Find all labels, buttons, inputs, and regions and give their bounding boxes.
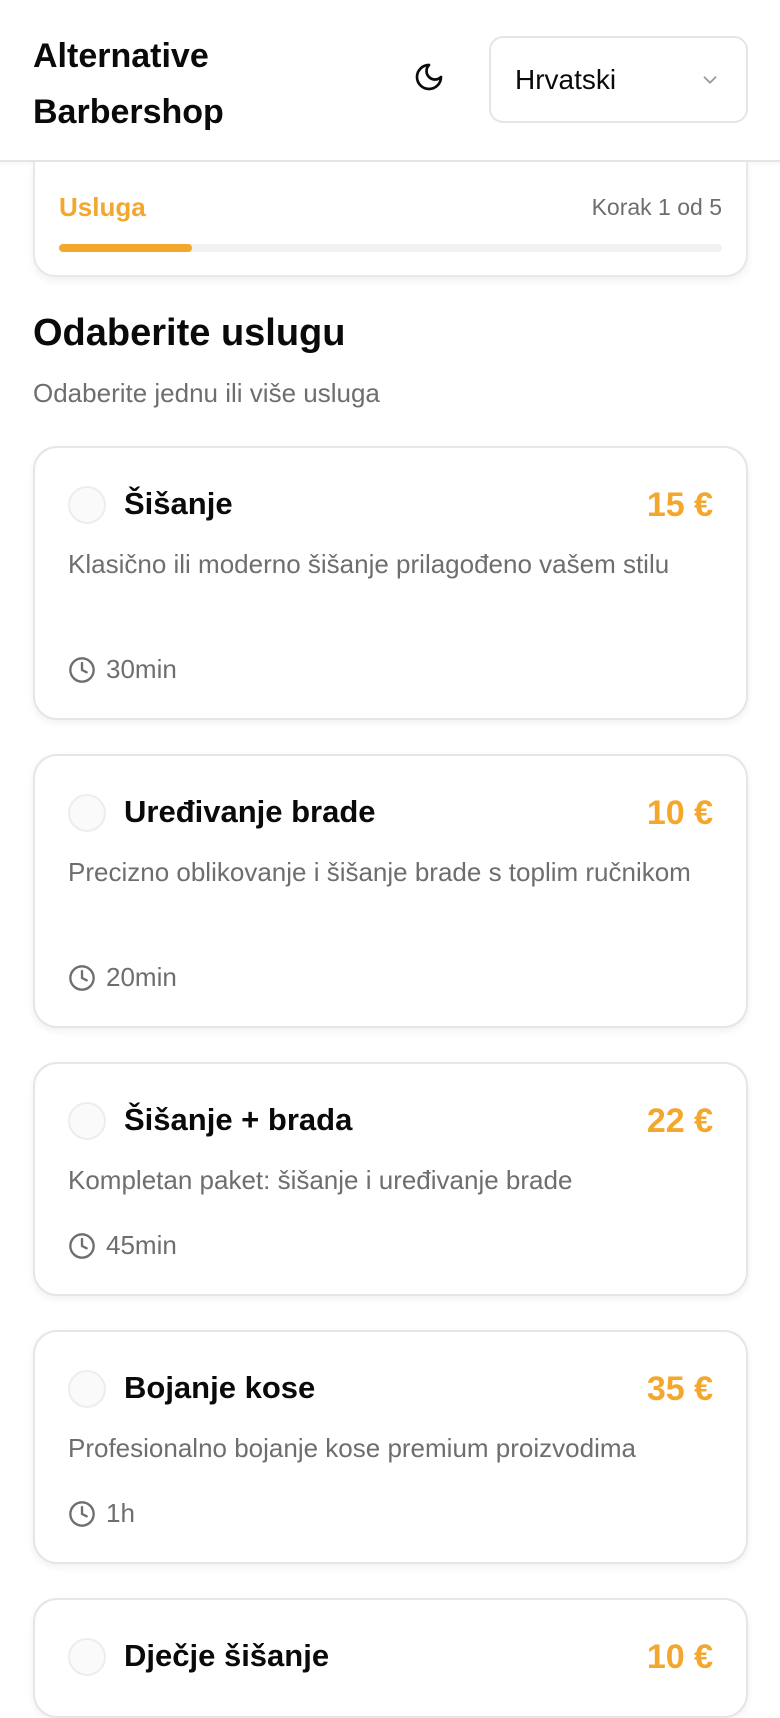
service-price: 10 € bbox=[646, 1638, 713, 1676]
service-duration: 20min bbox=[68, 962, 177, 993]
service-card[interactable]: Dječje šišanje 10 € bbox=[33, 1598, 748, 1718]
brand-title[interactable]: Alternative Barbershop bbox=[33, 28, 273, 140]
service-name: Šišanje bbox=[124, 486, 233, 521]
service-name: Bojanje kose bbox=[124, 1370, 316, 1405]
service-description: Precizno oblikovanje i šišanje brade s t… bbox=[68, 857, 691, 887]
clock-icon bbox=[68, 656, 96, 684]
chevron-down-icon bbox=[698, 68, 722, 92]
step-counter: Korak 1 od 5 bbox=[591, 194, 722, 220]
booking-stepper: Usluga Korak 1 od 5 bbox=[33, 162, 748, 277]
clock-icon bbox=[68, 964, 96, 992]
clock-icon bbox=[68, 1500, 96, 1528]
service-duration: 1h bbox=[68, 1498, 135, 1529]
service-checkbox[interactable] bbox=[68, 1370, 106, 1408]
service-name: Dječje šišanje bbox=[124, 1638, 330, 1673]
service-checkbox[interactable] bbox=[68, 486, 106, 524]
service-card[interactable]: Šišanje 15 € Klasično ili moderno šišanj… bbox=[33, 446, 748, 720]
current-step-label: Usluga bbox=[59, 192, 146, 222]
service-duration-text: 20min bbox=[106, 962, 177, 992]
page-subtitle: Odaberite jednu ili više usluga bbox=[33, 378, 380, 408]
service-name: Uređivanje brade bbox=[124, 794, 376, 829]
service-checkbox[interactable] bbox=[68, 794, 106, 832]
service-description: Klasično ili moderno šišanje prilagođeno… bbox=[68, 549, 670, 579]
service-price: 15 € bbox=[646, 486, 713, 524]
service-duration-text: 1h bbox=[106, 1498, 135, 1528]
service-duration: 45min bbox=[68, 1230, 177, 1261]
app-header: Alternative Barbershop Hrvatski bbox=[0, 0, 780, 162]
page-title: Odaberite uslugu bbox=[33, 312, 346, 354]
service-price: 35 € bbox=[646, 1370, 713, 1408]
service-price: 10 € bbox=[646, 794, 713, 832]
service-card[interactable]: Šišanje + brada 22 € Kompletan paket: ši… bbox=[33, 1062, 748, 1296]
theme-toggle-button[interactable] bbox=[408, 56, 450, 98]
language-select-value: Hrvatski bbox=[515, 63, 617, 95]
service-card[interactable]: Uređivanje brade 10 € Precizno oblikovan… bbox=[33, 754, 748, 1028]
language-select[interactable]: Hrvatski bbox=[489, 36, 748, 123]
progress-fill bbox=[59, 244, 192, 252]
service-card[interactable]: Bojanje kose 35 € Profesionalno bojanje … bbox=[33, 1330, 748, 1564]
service-description: Profesionalno bojanje kose premium proiz… bbox=[68, 1433, 636, 1463]
service-description: Kompletan paket: šišanje i uređivanje br… bbox=[68, 1165, 573, 1195]
service-duration-text: 30min bbox=[106, 654, 177, 684]
service-checkbox[interactable] bbox=[68, 1102, 106, 1140]
clock-icon bbox=[68, 1232, 96, 1260]
service-price: 22 € bbox=[646, 1102, 713, 1140]
progress-track bbox=[59, 244, 722, 252]
service-duration-text: 45min bbox=[106, 1230, 177, 1260]
service-name: Šišanje + brada bbox=[124, 1102, 353, 1137]
service-duration: 30min bbox=[68, 654, 177, 685]
service-checkbox[interactable] bbox=[68, 1638, 106, 1676]
moon-icon bbox=[415, 63, 443, 91]
